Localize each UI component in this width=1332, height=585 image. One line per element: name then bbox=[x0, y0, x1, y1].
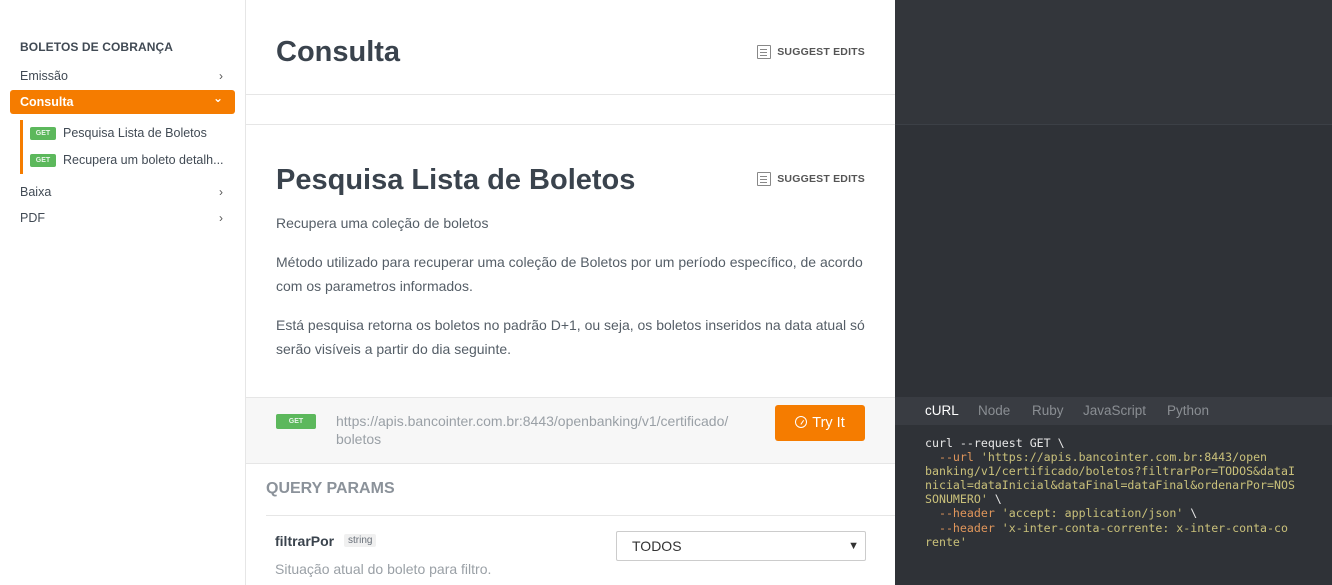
page-title: Consulta bbox=[276, 36, 401, 68]
tab-curl[interactable]: cURL bbox=[925, 403, 959, 418]
tab-javascript[interactable]: JavaScript bbox=[1083, 403, 1146, 418]
endpoint-description: Método utilizado para recuperar uma cole… bbox=[276, 254, 863, 294]
compass-icon bbox=[795, 416, 808, 428]
suggest-edits-link[interactable]: SUGGEST EDITS bbox=[757, 45, 865, 59]
try-it-button[interactable]: Try It bbox=[775, 405, 865, 441]
sidebar-subitem-label: Recupera um boleto detalh... bbox=[63, 153, 224, 167]
chevron-right-icon: › bbox=[219, 69, 223, 83]
query-params-heading: QUERY PARAMS bbox=[266, 480, 395, 497]
code-panel: cURL Node Ruby JavaScript Python curl --… bbox=[895, 0, 1332, 585]
code-line: \ bbox=[1183, 506, 1198, 521]
try-it-label: Try It bbox=[812, 415, 845, 431]
code-panel-top bbox=[895, 0, 1332, 125]
endpoint-url-bar: GET https://apis.bancointer.com.br:8443/… bbox=[246, 397, 895, 464]
sidebar-item-label: PDF bbox=[20, 211, 45, 225]
sidebar-heading: BOLETOS DE COBRANÇA bbox=[20, 40, 174, 54]
edit-icon bbox=[757, 172, 772, 186]
edit-icon bbox=[757, 45, 772, 59]
code-string: rente' bbox=[925, 534, 967, 549]
sidebar-subitem-label: Pesquisa Lista de Boletos bbox=[63, 126, 207, 140]
divider bbox=[266, 515, 895, 516]
submenu-indicator bbox=[20, 120, 23, 174]
get-method-badge: GET bbox=[276, 414, 316, 429]
filtrar-por-select[interactable]: TODOS ▼ bbox=[616, 531, 866, 561]
param-name: filtrarPor bbox=[275, 533, 335, 549]
endpoint-url: https://apis.bancointer.com.br:8443/open… bbox=[336, 413, 729, 447]
endpoint-title: Pesquisa Lista de Boletos bbox=[276, 164, 636, 196]
chevron-right-icon: › bbox=[219, 211, 223, 225]
sidebar-item-pdf[interactable]: PDF › bbox=[10, 206, 235, 230]
code-string: 'x-inter-conta-corrente: x-inter-conta-c… bbox=[994, 520, 1288, 535]
sidebar: BOLETOS DE COBRANÇA Emissão › Consulta ⌄… bbox=[0, 0, 246, 585]
sidebar-item-baixa[interactable]: Baixa › bbox=[10, 180, 235, 204]
code-sample: curl --request GET \ --url 'https://apis… bbox=[925, 436, 1315, 549]
code-flag: --url bbox=[925, 450, 974, 465]
code-string: banking/v1/certificado/boletos?filtrarPo… bbox=[925, 464, 1295, 479]
code-string: nicial=dataInicial&dataFinal=dataFinal&o… bbox=[925, 478, 1295, 493]
get-method-badge: GET bbox=[30, 154, 56, 168]
chevron-right-icon: › bbox=[219, 185, 223, 199]
main-content: Consulta SUGGEST EDITS Pesquisa Lista de… bbox=[246, 0, 895, 585]
param-type-badge: string bbox=[344, 534, 377, 547]
tab-node[interactable]: Node bbox=[978, 403, 1010, 418]
suggest-edits-link[interactable]: SUGGEST EDITS bbox=[757, 172, 865, 186]
select-value: TODOS bbox=[632, 538, 682, 554]
sidebar-item-consulta[interactable]: Consulta ⌄ bbox=[10, 90, 235, 114]
code-line: \ bbox=[987, 492, 1002, 507]
code-flag: --header bbox=[925, 506, 995, 521]
suggest-edits-label: SUGGEST EDITS bbox=[777, 172, 865, 185]
code-string: 'accept: application/json' bbox=[994, 506, 1184, 521]
param-description: Situação atual do boleto para filtro. bbox=[275, 561, 492, 577]
chevron-down-icon: ▼ bbox=[848, 540, 859, 552]
code-line: curl --request GET \ bbox=[925, 436, 1065, 450]
chevron-down-icon: ⌄ bbox=[212, 91, 223, 105]
get-method-badge: GET bbox=[30, 127, 56, 141]
sidebar-subitem-pesquisa-lista[interactable]: GET Pesquisa Lista de Boletos bbox=[30, 122, 230, 144]
tab-python[interactable]: Python bbox=[1167, 403, 1209, 418]
suggest-edits-label: SUGGEST EDITS bbox=[777, 45, 865, 58]
code-flag: --header bbox=[925, 520, 995, 535]
sidebar-item-label: Baixa bbox=[20, 185, 52, 199]
sidebar-item-label: Emissão bbox=[20, 69, 68, 83]
sidebar-item-label: Consulta bbox=[20, 95, 74, 109]
sidebar-item-emissao[interactable]: Emissão › bbox=[10, 64, 235, 88]
code-string: SONUMERO' bbox=[925, 492, 988, 507]
tab-ruby[interactable]: Ruby bbox=[1032, 403, 1064, 418]
section-gap bbox=[246, 95, 895, 125]
language-tabs: cURL Node Ruby JavaScript Python bbox=[895, 397, 1332, 425]
sidebar-subitem-recupera-boleto[interactable]: GET Recupera um boleto detalh... bbox=[30, 149, 230, 171]
code-string: 'https://apis.bancointer.com.br:8443/ope… bbox=[973, 450, 1268, 465]
endpoint-description: Está pesquisa retorna os boletos no padr… bbox=[276, 317, 865, 357]
endpoint-summary: Recupera uma coleção de boletos bbox=[276, 215, 489, 231]
